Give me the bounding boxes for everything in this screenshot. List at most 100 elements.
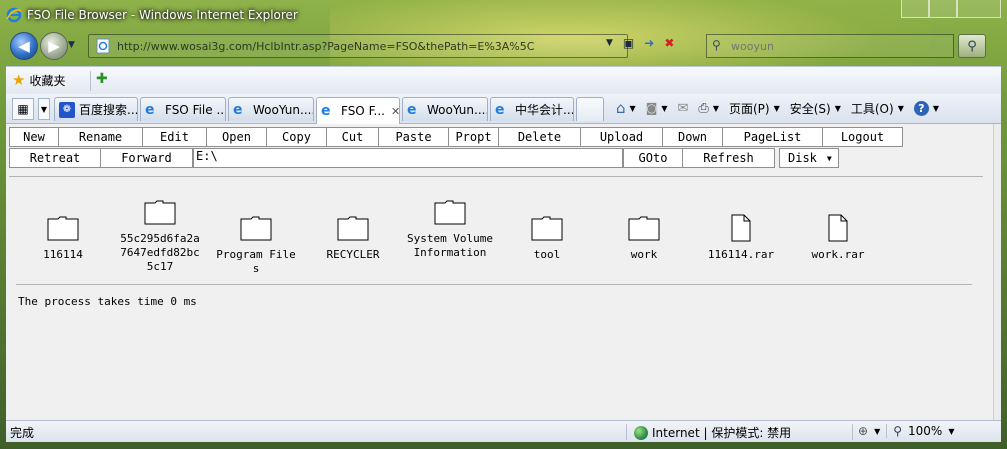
- page-ie-icon: [96, 38, 110, 54]
- help-button[interactable]: ? ▼: [913, 100, 939, 116]
- tab-fso-1[interactable]: e FSO File ...: [140, 97, 226, 121]
- tools-menu[interactable]: 工具(O) ▼: [851, 100, 904, 117]
- rename-button[interactable]: Rename: [59, 127, 143, 147]
- new-tab-button[interactable]: [576, 97, 604, 121]
- folder-item[interactable]: 116114: [13, 198, 113, 262]
- popup-blocker-icon[interactable]: ⊕: [858, 424, 868, 438]
- page-menu[interactable]: 页面(P) ▼: [729, 100, 780, 117]
- new-button[interactable]: New: [9, 127, 59, 147]
- print-button[interactable]: ⎙ ▼: [698, 101, 719, 116]
- ie-icon: e: [407, 101, 417, 118]
- file-item[interactable]: 116114.rar: [691, 198, 791, 262]
- favorites-separator: [90, 71, 91, 91]
- baidu-icon: ❁: [59, 101, 75, 118]
- go-arrow-icon[interactable]: ➜: [644, 36, 654, 50]
- folder-icon: [337, 216, 369, 241]
- security-zone[interactable]: Internet | 保护模式: 禁用: [634, 424, 791, 441]
- search-button[interactable]: ⚲: [958, 34, 986, 58]
- file-name: Program Files: [216, 248, 296, 275]
- printer-icon: ⎙: [698, 100, 709, 116]
- refresh-button[interactable]: Refresh: [683, 148, 775, 168]
- add-favorite-icon[interactable]: ✚: [96, 71, 108, 87]
- status-separator: [886, 424, 888, 438]
- stop-icon[interactable]: ✖: [664, 36, 674, 50]
- search-box[interactable]: ⚲: [706, 34, 954, 58]
- file-name: work: [630, 248, 658, 261]
- folder-icon: [144, 200, 176, 225]
- propt-button[interactable]: Propt: [449, 127, 499, 147]
- search-input[interactable]: [731, 39, 931, 53]
- cut-button[interactable]: Cut: [327, 127, 379, 147]
- tab-baidu[interactable]: ❁ 百度搜索...: [54, 97, 138, 121]
- home-icon: ⌂: [616, 99, 626, 117]
- favorites-button[interactable]: ★ 收藏夹: [12, 71, 65, 89]
- tab-label: WooYun....: [427, 102, 488, 117]
- folder-item[interactable]: RECYCLER: [303, 198, 403, 262]
- favorites-label: 收藏夹: [29, 73, 66, 88]
- address-tools: ▼ ▣ ➜ ✖: [606, 36, 674, 50]
- tab-wooyun-1[interactable]: e WooYun....: [228, 97, 314, 121]
- pagelist-button[interactable]: PageList: [723, 127, 823, 147]
- tab-label: FSO F...: [341, 104, 385, 118]
- vertical-scrollbar[interactable]: [993, 124, 1001, 420]
- maximize-button[interactable]: [929, 0, 957, 18]
- compatibility-icon[interactable]: ▣: [623, 36, 634, 50]
- path-input[interactable]: E:\: [193, 148, 623, 168]
- ie-icon: [6, 7, 22, 23]
- favorites-bar: ★ 收藏夹 ✚: [6, 66, 1001, 94]
- paste-button[interactable]: Paste: [379, 127, 449, 147]
- quick-tabs-button[interactable]: ▦: [12, 98, 34, 120]
- disk-select-value: Disk: [788, 151, 817, 165]
- globe-icon: [634, 425, 648, 440]
- tab-wooyun-2[interactable]: e WooYun....: [402, 97, 488, 121]
- file-item[interactable]: work.rar: [788, 198, 888, 262]
- goto-button[interactable]: GOto: [623, 148, 683, 168]
- feeds-button[interactable]: ◙ ▼: [646, 101, 668, 115]
- disk-select[interactable]: Disk ▼: [779, 148, 839, 168]
- chevron-down-icon[interactable]: ▼: [874, 427, 880, 436]
- ie-window: FSO File Browser - Windows Internet Expl…: [0, 0, 1007, 449]
- tab-list-dropdown[interactable]: ▼: [38, 98, 50, 120]
- close-window-button[interactable]: [957, 0, 1001, 18]
- status-tools: ⊕ ▼ ⚲ 100% ▼: [858, 424, 954, 438]
- zoom-dropdown-icon[interactable]: ▼: [948, 427, 954, 436]
- close-tab-icon[interactable]: ✕: [391, 105, 399, 118]
- back-button[interactable]: ◀: [10, 32, 38, 60]
- tab-label: 百度搜索...: [79, 103, 138, 117]
- retreat-button[interactable]: Retreat: [9, 148, 101, 168]
- safety-menu[interactable]: 安全(S) ▼: [790, 100, 841, 117]
- tab-label: WooYun....: [253, 102, 314, 117]
- file-name: 55c295d6fa2a7647edfd82bc5c17: [120, 232, 200, 273]
- forward-button[interactable]: ▶: [40, 32, 68, 60]
- file-name: RECYCLER: [326, 248, 380, 261]
- folder-item[interactable]: work: [594, 198, 694, 262]
- file-name: System Volume Information: [406, 232, 494, 259]
- history-dropdown-icon[interactable]: ▼: [68, 40, 75, 50]
- folder-icon: [628, 216, 660, 241]
- mail-button[interactable]: ✉: [678, 101, 689, 116]
- address-url[interactable]: http://www.wosai3g.com/HclbIntr.asp?Page…: [117, 40, 534, 53]
- open-button[interactable]: Open: [207, 127, 267, 147]
- minimize-button[interactable]: [901, 0, 929, 18]
- down-button[interactable]: Down: [663, 127, 723, 147]
- delete-button[interactable]: Delete: [499, 127, 581, 147]
- forward-page-button[interactable]: Forward: [101, 148, 193, 168]
- address-bar[interactable]: http://www.wosai3g.com/HclbIntr.asp?Page…: [88, 34, 628, 58]
- copy-button[interactable]: Copy: [267, 127, 327, 147]
- home-button[interactable]: ⌂ ▼: [616, 99, 636, 117]
- folder-item[interactable]: Program Files: [206, 198, 306, 276]
- folder-item[interactable]: tool: [497, 198, 597, 262]
- tab-fso-active[interactable]: e FSO F... ✕: [316, 97, 400, 124]
- chevron-down-icon: ▼: [826, 153, 832, 163]
- upload-button[interactable]: Upload: [581, 127, 663, 147]
- folder-item[interactable]: 55c295d6fa2a7647edfd82bc5c17: [110, 198, 210, 274]
- divider: [16, 284, 972, 285]
- file-icon: [828, 214, 848, 242]
- edit-button[interactable]: Edit: [143, 127, 207, 147]
- address-dropdown-icon[interactable]: ▼: [606, 38, 613, 48]
- folder-item[interactable]: System Volume Information: [400, 198, 500, 260]
- tab-kuaiji[interactable]: e 中华会计...: [490, 97, 574, 121]
- mail-icon: ✉: [677, 100, 689, 116]
- logout-button[interactable]: Logout: [823, 127, 903, 147]
- zoom-level[interactable]: 100%: [908, 424, 942, 438]
